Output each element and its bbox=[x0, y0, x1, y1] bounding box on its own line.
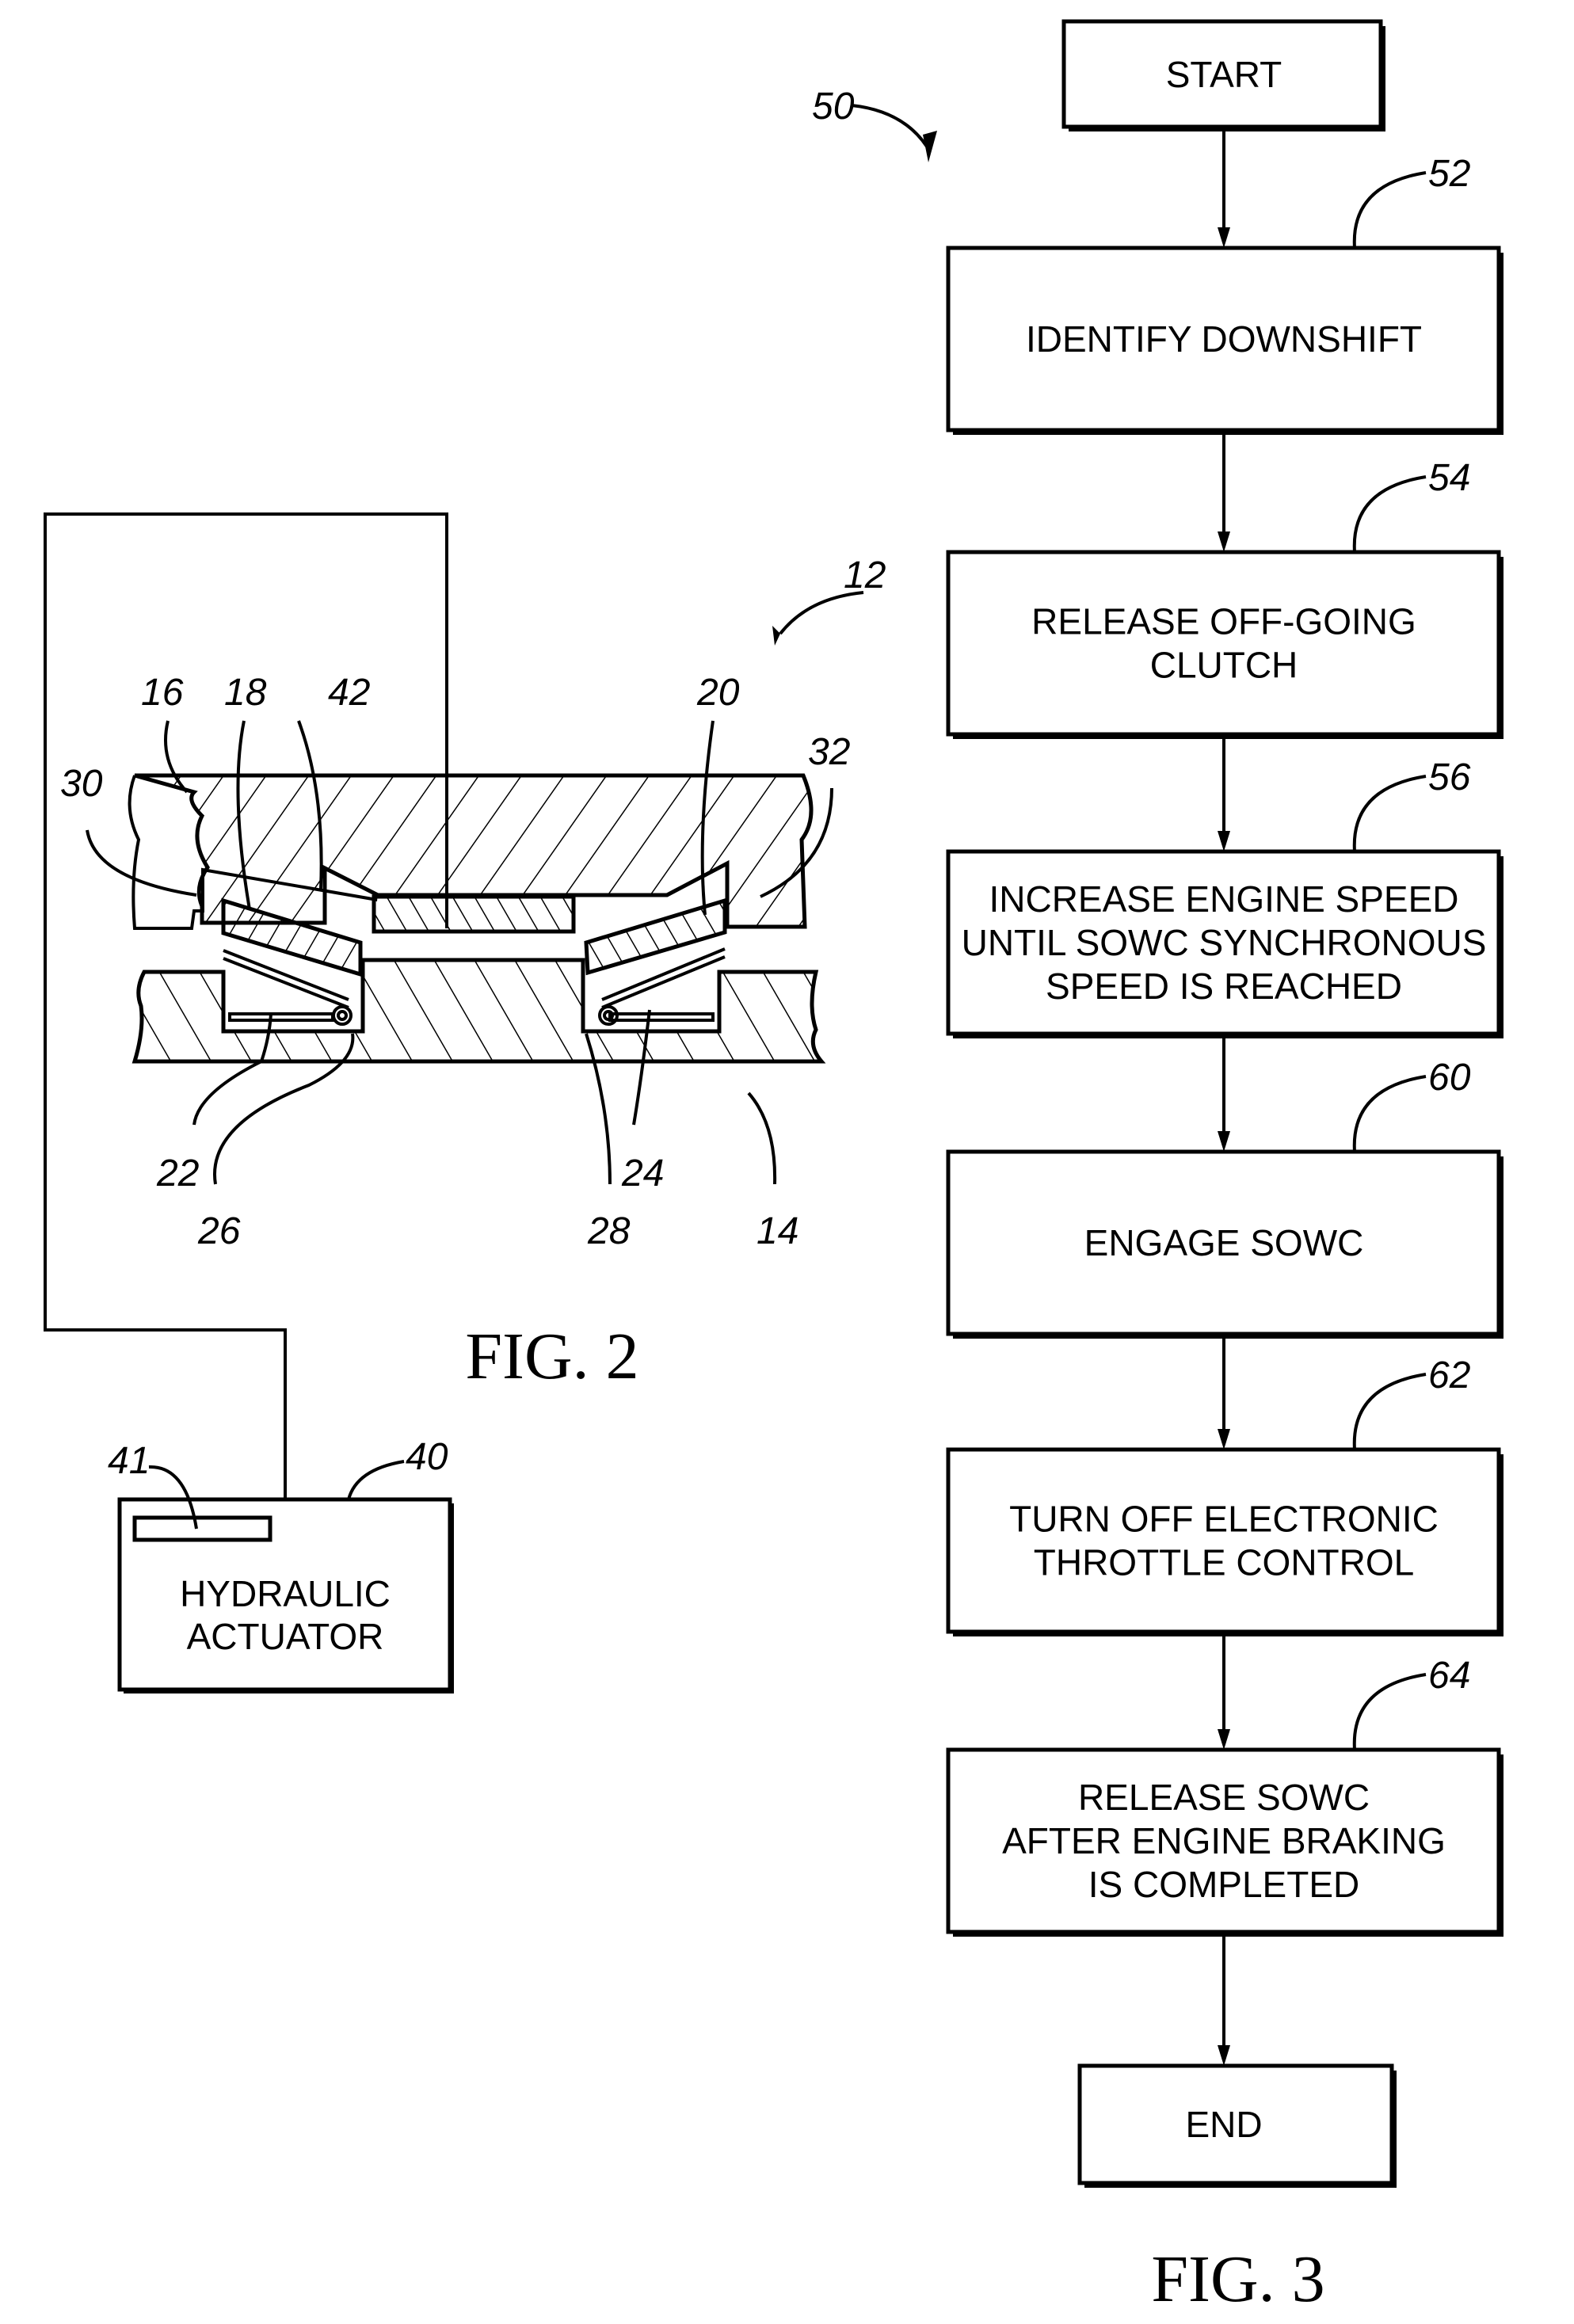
step-box-54: RELEASE OFF-GOINGCLUTCH bbox=[946, 550, 1503, 739]
ref-64: 64 bbox=[1428, 1655, 1470, 1697]
actuator-label-line2: ACTUATOR bbox=[187, 1616, 384, 1657]
ref-41: 41 bbox=[108, 1440, 150, 1482]
step-text-line: SPEED IS REACHED bbox=[1046, 966, 1402, 1007]
step-text-line: RELEASE OFF-GOING bbox=[1031, 601, 1416, 642]
ref-32: 32 bbox=[808, 731, 850, 773]
arrow-head bbox=[1218, 2045, 1230, 2066]
step-text-line: ENGAGE SOWC bbox=[1084, 1222, 1364, 1263]
ref-56: 56 bbox=[1428, 756, 1471, 798]
fig3-caption: FIG. 3 bbox=[1151, 2242, 1324, 2316]
step-box-62: TURN OFF ELECTRONICTHROTTLE CONTROL bbox=[946, 1447, 1503, 1636]
inner-race-14 bbox=[131, 958, 826, 1064]
step-text-line: RELEASE SOWC bbox=[1078, 1777, 1370, 1818]
patent-drawing-sheet: 12 16 18 42 20 30 32 22 26 28 24 14 FIG.… bbox=[44, 19, 1503, 2316]
callout-leader bbox=[1352, 1075, 1427, 1152]
ref-14: 14 bbox=[757, 1210, 798, 1252]
step-box-60: ENGAGE SOWC bbox=[946, 1149, 1503, 1339]
ref-22: 22 bbox=[156, 1152, 199, 1194]
arrow-head bbox=[1218, 227, 1230, 248]
arrow-head bbox=[1218, 1131, 1230, 1152]
ref-30: 30 bbox=[60, 763, 103, 805]
end-label: END bbox=[1185, 2104, 1262, 2145]
step-box-56: INCREASE ENGINE SPEEDUNTIL SOWC SYNCHRON… bbox=[946, 849, 1503, 1038]
fig2-clutch-assembly bbox=[44, 512, 864, 1499]
ref-28: 28 bbox=[587, 1210, 631, 1252]
flowchart: START IDENTIFY DOWNSHIFT 52 RELEASE OFF-GOI… bbox=[946, 19, 1503, 2188]
start-terminal: START bbox=[1061, 19, 1385, 131]
callout-leader bbox=[1352, 775, 1427, 852]
step-text-line: IDENTIFY DOWNSHIFT bbox=[1026, 318, 1422, 360]
ref-20: 20 bbox=[696, 672, 740, 714]
start-label: START bbox=[1166, 54, 1282, 95]
step-text-line: IS COMPLETED bbox=[1088, 1864, 1360, 1905]
selector-plate-42 bbox=[372, 894, 576, 934]
ref-16: 16 bbox=[141, 672, 184, 714]
step-text-line: CLUTCH bbox=[1150, 645, 1298, 686]
end-terminal: END bbox=[1077, 2063, 1397, 2188]
ref-26: 26 bbox=[197, 1210, 241, 1252]
step-text-line: TURN OFF ELECTRONIC bbox=[1009, 1499, 1439, 1540]
box-outline bbox=[946, 550, 1501, 737]
actuator-port-41 bbox=[132, 1515, 272, 1542]
box-outline bbox=[946, 1447, 1501, 1634]
callout-leader bbox=[1352, 475, 1427, 553]
callout-leader bbox=[1352, 1373, 1427, 1450]
ref-50: 50 bbox=[812, 86, 855, 128]
step-text-line: UNTIL SOWC SYNCHRONOUS bbox=[962, 922, 1487, 963]
ref-12: 12 bbox=[844, 554, 886, 596]
arrow-head bbox=[1218, 531, 1230, 552]
ref-42: 42 bbox=[328, 672, 370, 714]
callout-leader bbox=[1352, 1673, 1427, 1751]
step-text-line: AFTER ENGINE BRAKING bbox=[1002, 1820, 1446, 1861]
hydraulic-actuator-40: HYDRAULIC ACTUATOR bbox=[117, 1497, 454, 1693]
arrow-head bbox=[1218, 1429, 1230, 1450]
arrow-head bbox=[1218, 1729, 1230, 1750]
callout-leader bbox=[1352, 171, 1427, 249]
step-text-line: INCREASE ENGINE SPEED bbox=[989, 878, 1458, 920]
ref-40: 40 bbox=[406, 1436, 448, 1478]
ref-54: 54 bbox=[1428, 457, 1470, 499]
step-box-52: IDENTIFY DOWNSHIFT bbox=[946, 246, 1503, 435]
ref-60: 60 bbox=[1428, 1057, 1471, 1099]
step-box-64: RELEASE SOWCAFTER ENGINE BRAKINGIS COMPL… bbox=[946, 1747, 1503, 1937]
fig2-caption: FIG. 2 bbox=[465, 1320, 638, 1393]
ref-52: 52 bbox=[1428, 153, 1470, 195]
ref-18: 18 bbox=[224, 672, 267, 714]
actuator-label-line1: HYDRAULIC bbox=[180, 1573, 391, 1614]
ref-62: 62 bbox=[1428, 1354, 1470, 1396]
arrow-head bbox=[1218, 831, 1230, 851]
ref-24: 24 bbox=[621, 1152, 664, 1194]
step-text-line: THROTTLE CONTROL bbox=[1034, 1542, 1414, 1583]
